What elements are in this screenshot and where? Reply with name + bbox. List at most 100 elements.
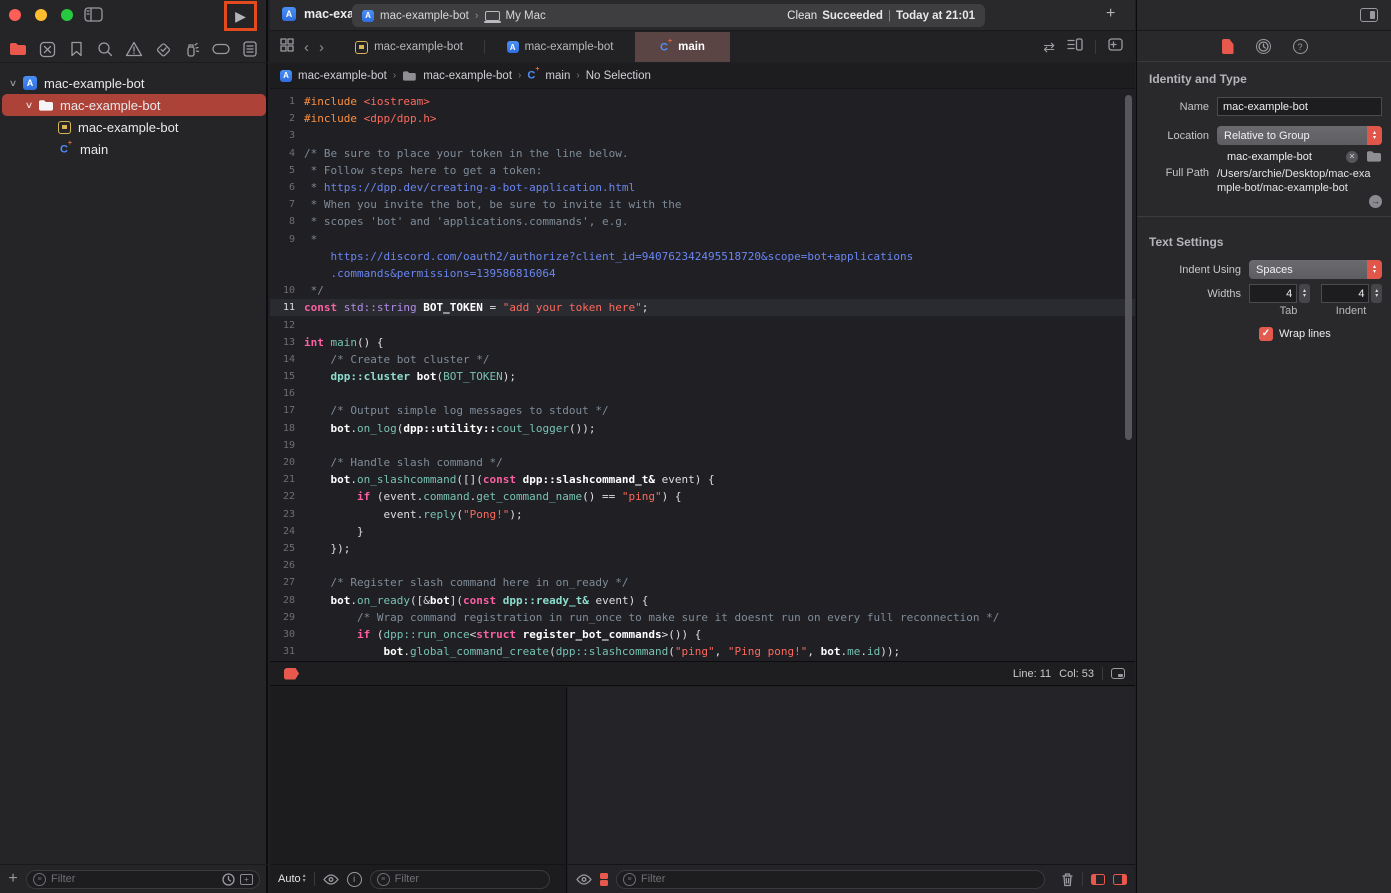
code-line[interactable]: 5 * Follow steps here to get a token: — [270, 162, 1135, 179]
breadcrumb-file[interactable]: main — [545, 70, 570, 82]
code-review-icon[interactable]: ⇄ — [1043, 39, 1055, 56]
line-number[interactable]: 2 — [270, 113, 304, 124]
navigator-filter-input[interactable]: ≡ Filter + — [26, 870, 260, 889]
project-navigator-icon[interactable] — [7, 39, 29, 59]
editor-scrollbar[interactable] — [1125, 95, 1132, 440]
indent-width-field[interactable]: 4 — [1321, 284, 1369, 303]
breadcrumb-selection[interactable]: No Selection — [586, 70, 651, 82]
scheme-selector[interactable]: A mac-example-bot › My Mac Clean Succeed… — [352, 4, 985, 27]
code-line[interactable]: 16 — [270, 385, 1135, 402]
line-number[interactable]: 12 — [270, 320, 304, 331]
code-line[interactable]: 24 } — [270, 523, 1135, 540]
build-status[interactable]: Clean Succeeded | Today at 21:01 — [787, 10, 975, 22]
close-window-button[interactable] — [9, 9, 21, 21]
reports-icon[interactable] — [239, 39, 261, 59]
code-line[interactable]: 7 * When you invite the bot, be sure to … — [270, 196, 1135, 213]
breadcrumb-project[interactable]: mac-example-bot — [298, 70, 387, 82]
disclosure-chevron-icon[interactable]: ∨ — [23, 100, 36, 111]
clear-console-icon[interactable] — [1061, 872, 1074, 887]
code-line[interactable]: 23 event.reply("Pong!"); — [270, 506, 1135, 523]
choose-folder-icon[interactable] — [1366, 150, 1382, 163]
history-inspector-icon[interactable] — [1256, 39, 1271, 54]
code-line[interactable]: 30 if (dpp::run_once<struct register_bot… — [270, 626, 1135, 643]
variables-mode-popup[interactable]: Auto ▴▾ — [278, 873, 306, 885]
code-line[interactable]: 20 /* Handle slash command */ — [270, 454, 1135, 471]
line-number[interactable]: 25 — [270, 543, 304, 554]
tree-item-project[interactable]: ∨ A mac-example-bot — [0, 72, 268, 94]
line-number[interactable]: 11 — [270, 302, 304, 313]
scm-status-filter-icon[interactable]: + — [240, 874, 253, 885]
location-popup[interactable]: Relative to Group ▴▾ — [1217, 126, 1382, 145]
add-file-button[interactable]: + — [0, 870, 26, 888]
code-line[interactable]: 8 * scopes 'bot' and 'applications.comma… — [270, 213, 1135, 230]
help-inspector-icon[interactable]: ? — [1293, 39, 1308, 54]
line-number[interactable]: 15 — [270, 371, 304, 382]
tab-main-active[interactable]: C+ main — [635, 32, 730, 62]
code-line[interactable]: 3 — [270, 127, 1135, 144]
add-editor-icon[interactable] — [1108, 38, 1123, 56]
zoom-window-button[interactable] — [61, 9, 73, 21]
console-filter-input[interactable]: ≡ Filter — [616, 870, 1045, 889]
run-destination[interactable]: My Mac — [506, 10, 546, 22]
tab-width-field[interactable]: 4 — [1249, 284, 1297, 303]
wrap-lines-checkbox[interactable]: ✓ — [1259, 327, 1273, 341]
code-line[interactable]: 4/* Be sure to place your token in the l… — [270, 145, 1135, 162]
code-line[interactable]: 21 bot.on_slashcommand([](const dpp::sla… — [270, 471, 1135, 488]
library-button[interactable]: + — [1106, 5, 1115, 23]
quicklook-eye-icon[interactable] — [323, 874, 339, 885]
recent-files-icon[interactable] — [222, 873, 235, 886]
clear-location-icon[interactable]: ✕ — [1346, 151, 1358, 163]
console-eye-icon[interactable] — [576, 874, 592, 885]
code-line[interactable]: .commands&permissions=139586816064 — [270, 265, 1135, 282]
tab-width-stepper[interactable]: ▴▾ — [1299, 284, 1310, 303]
line-number[interactable]: 1 — [270, 96, 304, 107]
code-line[interactable]: 22 if (event.command.get_command_name() … — [270, 488, 1135, 505]
back-button[interactable]: ‹ — [304, 39, 309, 56]
reveal-in-finder-icon[interactable]: → — [1369, 195, 1382, 208]
variables-view[interactable]: Auto ▴▾ i ≡ Filter — [270, 687, 567, 893]
code-line[interactable]: 13int main() { — [270, 334, 1135, 351]
inspector-toggle-icon[interactable] — [1360, 8, 1378, 22]
file-inspector-icon[interactable] — [1222, 39, 1234, 54]
debug-icon[interactable] — [181, 39, 203, 59]
line-number[interactable]: 27 — [270, 577, 304, 588]
tab-project[interactable]: A mac-example-bot — [485, 32, 635, 62]
console-view[interactable]: ≡ Filter — [568, 687, 1135, 893]
line-number[interactable]: 21 — [270, 474, 304, 485]
code-line[interactable]: 1#include <iostream> — [270, 93, 1135, 110]
code-line[interactable]: 2#include <dpp/dpp.h> — [270, 110, 1135, 127]
line-number[interactable]: 16 — [270, 388, 304, 399]
code-line[interactable]: 31 bot.global_command_create(dpp::slashc… — [270, 643, 1135, 660]
variables-filter-input[interactable]: ≡ Filter — [370, 870, 550, 889]
code-line[interactable]: 14 /* Create bot cluster */ — [270, 351, 1135, 368]
code-line[interactable]: 18 bot.on_log(dpp::utility::cout_logger(… — [270, 420, 1135, 437]
console-panel-toggle[interactable] — [1113, 874, 1127, 885]
line-number[interactable]: 7 — [270, 199, 304, 210]
breakpoint-stack-icon[interactable] — [600, 873, 608, 886]
forward-button[interactable]: › — [319, 39, 324, 56]
code-line[interactable]: 9 * — [270, 231, 1135, 248]
breakpoints-icon[interactable] — [210, 39, 232, 59]
find-icon[interactable] — [94, 39, 116, 59]
editor-options-icon[interactable] — [1067, 38, 1083, 56]
sidebar-toggle-icon[interactable] — [84, 7, 103, 27]
code-line[interactable]: 19 — [270, 437, 1135, 454]
line-number[interactable]: 17 — [270, 405, 304, 416]
line-number[interactable]: 20 — [270, 457, 304, 468]
code-line[interactable]: 27 /* Register slash command here in on_… — [270, 574, 1135, 591]
breadcrumb-group[interactable]: mac-example-bot — [423, 70, 512, 82]
code-line[interactable]: 17 /* Output simple log messages to stdo… — [270, 402, 1135, 419]
tab-product[interactable]: mac-example-bot — [334, 32, 484, 62]
related-items-icon[interactable] — [280, 38, 294, 57]
line-number[interactable]: 14 — [270, 354, 304, 365]
breakpoint-badge-icon[interactable] — [284, 668, 299, 680]
code-line[interactable]: 12 — [270, 316, 1135, 333]
line-number[interactable]: 3 — [270, 130, 304, 141]
line-number[interactable]: 28 — [270, 595, 304, 606]
indent-using-popup[interactable]: Spaces ▴▾ — [1249, 260, 1382, 279]
minimize-window-button[interactable] — [35, 9, 47, 21]
line-number[interactable]: 9 — [270, 234, 304, 245]
line-number[interactable]: 23 — [270, 509, 304, 520]
line-number[interactable]: 24 — [270, 526, 304, 537]
code-line[interactable]: https://discord.com/oauth2/authorize?cli… — [270, 248, 1135, 265]
